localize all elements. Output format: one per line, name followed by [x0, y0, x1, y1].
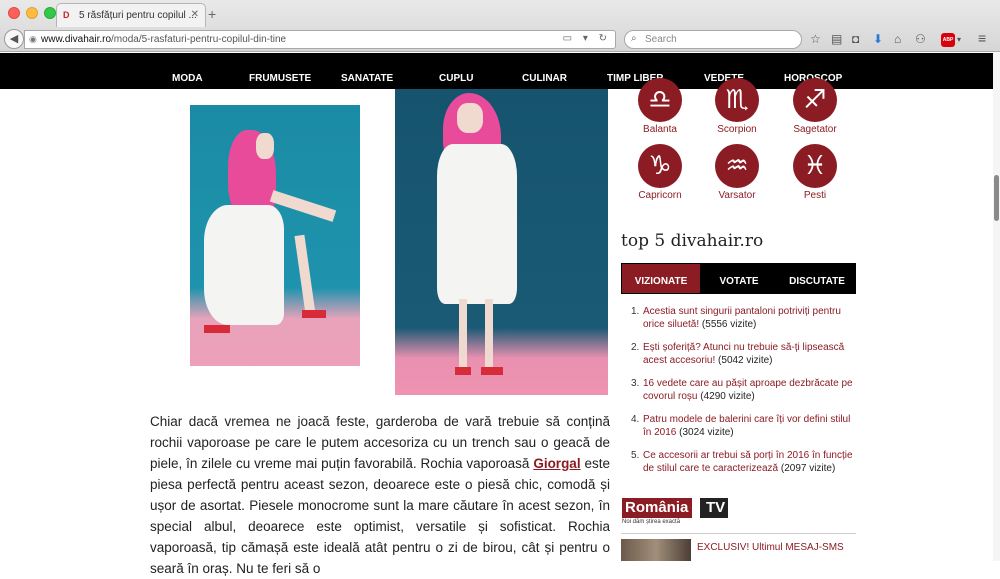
home-icon[interactable]: ⌂	[894, 32, 901, 46]
adblock-icon[interactable]: ABP	[941, 33, 955, 47]
zodiac-pesti[interactable]: ♓ Pesti	[776, 144, 854, 201]
item-number: 3.	[631, 378, 640, 389]
zodiac-label: Sagetator	[793, 124, 837, 135]
minimize-window-button[interactable]	[26, 7, 38, 19]
photo-shoe	[481, 367, 503, 375]
item-number: 1.	[631, 306, 640, 317]
zodiac-label: Pesti	[803, 190, 827, 201]
item-number: 2.	[631, 342, 640, 353]
nav-item-moda[interactable]: MODA	[172, 73, 203, 84]
item-number: 5.	[631, 450, 640, 461]
zodiac-label: Scorpion	[717, 124, 757, 135]
top5-tabs: VIZIONATE VOTATE DISCUTATE	[621, 263, 856, 294]
top5-heading: top 5 divahair.ro	[621, 231, 764, 251]
item-count: (4290 vizite)	[700, 391, 755, 402]
item-count: (2097 vizite)	[780, 463, 836, 474]
article-body: Chiar dacă vremea ne joacă feste, garder…	[150, 411, 610, 579]
fashion-photo-sitting	[190, 105, 360, 366]
close-window-button[interactable]	[8, 7, 20, 19]
nav-item-cuplu[interactable]: CUPLU	[439, 73, 473, 84]
article-text: este piesa perfectă pentru aceast sezon,…	[150, 456, 610, 576]
photo-leg	[459, 299, 467, 369]
divider	[621, 533, 856, 534]
search-placeholder: Search	[645, 34, 677, 45]
adblock-dropdown-icon[interactable]: ▾	[957, 35, 961, 44]
zodiac-scorpion[interactable]: ♏ Scorpion	[698, 78, 776, 135]
capricorn-icon: ♑	[638, 144, 682, 188]
zodiac-label: Capricorn	[638, 190, 682, 201]
new-tab-button[interactable]: +	[208, 6, 216, 22]
zoom-window-button[interactable]	[44, 7, 56, 19]
news-thumbnail[interactable]	[621, 539, 691, 561]
url-bar-icons[interactable]: ▭ ▾ ↻	[563, 33, 611, 44]
list-item[interactable]: 2. Ești șoferiță? Atunci nu trebuie să-ț…	[621, 341, 856, 367]
photo-shoe	[455, 367, 471, 375]
back-button[interactable]: ◀	[4, 29, 24, 49]
tab-title: 5 răsfățuri pentru copilul ...	[79, 10, 197, 21]
photo-leg	[294, 234, 316, 316]
url-path: /moda/5-rasfaturi-pentru-copilul-din-tin…	[111, 34, 287, 45]
top5-list: 1. Acestia sunt singurii pantaloni potri…	[621, 305, 856, 485]
rtv-logo-word: România	[622, 498, 693, 518]
item-count: (5556 vizite)	[701, 319, 757, 330]
photo-dress	[437, 144, 517, 304]
item-number: 4.	[631, 414, 640, 425]
photo-face	[457, 103, 483, 133]
aquarius-icon: ♒	[715, 144, 759, 188]
pocket-icon[interactable]: ◘	[852, 32, 859, 46]
zodiac-label: Balanta	[643, 124, 677, 135]
rtv-slogan: Noi dăm știrea exactă	[622, 519, 681, 525]
list-item[interactable]: 5. Ce accesorii ar trebui să porți în 20…	[621, 449, 856, 475]
zodiac-sagetator[interactable]: ♐ Sagetator	[776, 78, 854, 135]
tab-vizionate[interactable]: VIZIONATE	[622, 264, 700, 293]
browser-chrome: D 5 răsfățuri pentru copilul ... ✕ + ◀ ◉…	[0, 0, 1000, 52]
photo-leg	[485, 299, 493, 369]
bookmark-star-icon[interactable]: ☆	[810, 32, 821, 46]
share-icon[interactable]: ⚇	[915, 32, 926, 46]
url-bar[interactable]: ◉ www.divahair.ro/moda/5-rasfaturi-pentr…	[24, 30, 616, 49]
page-scrollbar[interactable]	[993, 53, 1000, 561]
nav-item-frumusete[interactable]: FRUMUSETE	[249, 73, 311, 84]
zodiac-capricorn[interactable]: ♑ Capricorn	[621, 144, 699, 201]
browser-tab[interactable]: D 5 răsfățuri pentru copilul ... ✕	[56, 3, 206, 27]
download-icon[interactable]: ⬇	[873, 32, 883, 46]
libra-icon: ♎	[638, 78, 682, 122]
nav-item-culinar[interactable]: CULINAR	[522, 73, 567, 84]
nav-item-sanatate[interactable]: SANATATE	[341, 73, 393, 84]
list-item[interactable]: 1. Acestia sunt singurii pantaloni potri…	[621, 305, 856, 331]
zodiac-label: Varsator	[718, 190, 756, 201]
sagittarius-icon: ♐	[793, 78, 837, 122]
menu-icon[interactable]: ≡	[978, 30, 986, 46]
list-item[interactable]: 4. Patru modele de balerini care îți vor…	[621, 413, 856, 439]
tab-votate[interactable]: VOTATE	[700, 264, 778, 293]
nav-toolbar: ◀ ◉ www.divahair.ro/moda/5-rasfaturi-pen…	[0, 27, 1000, 52]
site-favicon-icon: D	[63, 10, 70, 20]
pisces-icon: ♓	[793, 144, 837, 188]
fashion-photo-standing	[395, 89, 608, 395]
tab-bar: D 5 răsfățuri pentru copilul ... ✕ +	[0, 0, 1000, 27]
reading-list-icon[interactable]: ▤	[831, 32, 842, 46]
url-host: www.divahair.ro	[41, 34, 112, 45]
scrollbar-thumb[interactable]	[994, 175, 999, 221]
rtv-logo-tv: TV	[700, 498, 729, 518]
scorpio-icon: ♏	[715, 78, 759, 122]
photo-shoe	[302, 310, 326, 318]
globe-icon: ◉	[29, 34, 37, 44]
tab-discutate[interactable]: DISCUTATE	[778, 264, 856, 293]
tab-close-icon[interactable]: ✕	[191, 9, 199, 20]
news-headline[interactable]: EXCLUSIV! Ultimul MESAJ-SMS	[697, 542, 844, 553]
photo-shoe	[204, 325, 230, 333]
item-count: (5042 vizite)	[718, 355, 773, 366]
giorgal-link[interactable]: Giorgal	[533, 456, 580, 471]
zodiac-balanta[interactable]: ♎ Balanta	[621, 78, 699, 135]
photo-face	[256, 133, 274, 159]
search-input[interactable]: ⌕ Search	[624, 30, 802, 49]
search-icon: ⌕	[631, 33, 637, 44]
item-link[interactable]: Patru modele de balerini care îți vor de…	[643, 414, 850, 438]
photo-dress	[204, 205, 284, 325]
list-item[interactable]: 3. 16 vedete care au pășit aproape dezbr…	[621, 377, 856, 403]
zodiac-varsator[interactable]: ♒ Varsator	[698, 144, 776, 201]
item-count: (3024 vizite)	[679, 427, 734, 438]
